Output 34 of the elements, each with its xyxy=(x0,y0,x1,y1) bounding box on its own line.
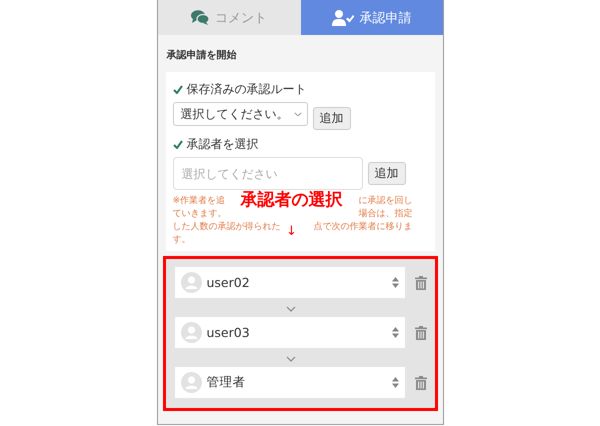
trash-icon[interactable] xyxy=(414,376,426,390)
sort-arrows-icon xyxy=(392,377,398,388)
approver-input-field[interactable]: 選択してください xyxy=(172,157,362,190)
speech-bubbles-icon xyxy=(191,10,209,25)
avatar-icon xyxy=(180,322,202,343)
approver-select[interactable]: user03 xyxy=(174,317,404,348)
user-check-icon xyxy=(332,10,354,26)
note-text: 場合は、指定 xyxy=(358,207,412,220)
chevron-down-icon xyxy=(286,306,296,312)
check-icon xyxy=(172,140,182,149)
avatar-icon xyxy=(180,272,202,293)
add-button[interactable]: 追加 xyxy=(368,162,406,185)
note-text: した人数の承認が得られた xyxy=(172,220,280,233)
field-label: 承認者を選択 xyxy=(186,136,258,153)
route-select[interactable]: 選択してください。 xyxy=(172,102,308,126)
note-text: ていきます。 xyxy=(172,207,226,220)
avatar-icon xyxy=(180,372,202,393)
trash-icon[interactable] xyxy=(414,326,426,340)
field-label: 保存済みの承認ルート xyxy=(186,81,306,98)
check-icon xyxy=(172,85,182,94)
note-text: ※作業者を追 xyxy=(172,194,226,207)
section-heading: 承認申請を開始 xyxy=(165,48,238,63)
note-text: に承認を回し xyxy=(358,194,412,207)
chevron-down-icon xyxy=(294,112,302,116)
add-button[interactable]: 追加 xyxy=(312,106,350,130)
sort-arrows-icon xyxy=(392,277,398,288)
approver-select[interactable]: user02 xyxy=(174,267,404,298)
annotation-label: 承認者の選択 xyxy=(238,190,344,210)
chevron-down-icon xyxy=(286,356,296,362)
approver-select[interactable]: 管理者 xyxy=(174,367,404,398)
trash-icon[interactable] xyxy=(414,276,426,290)
sort-arrows-icon xyxy=(392,327,398,338)
note-text: す。 xyxy=(172,233,190,246)
note-text: 点で次の作業者に移りま xyxy=(314,220,412,233)
